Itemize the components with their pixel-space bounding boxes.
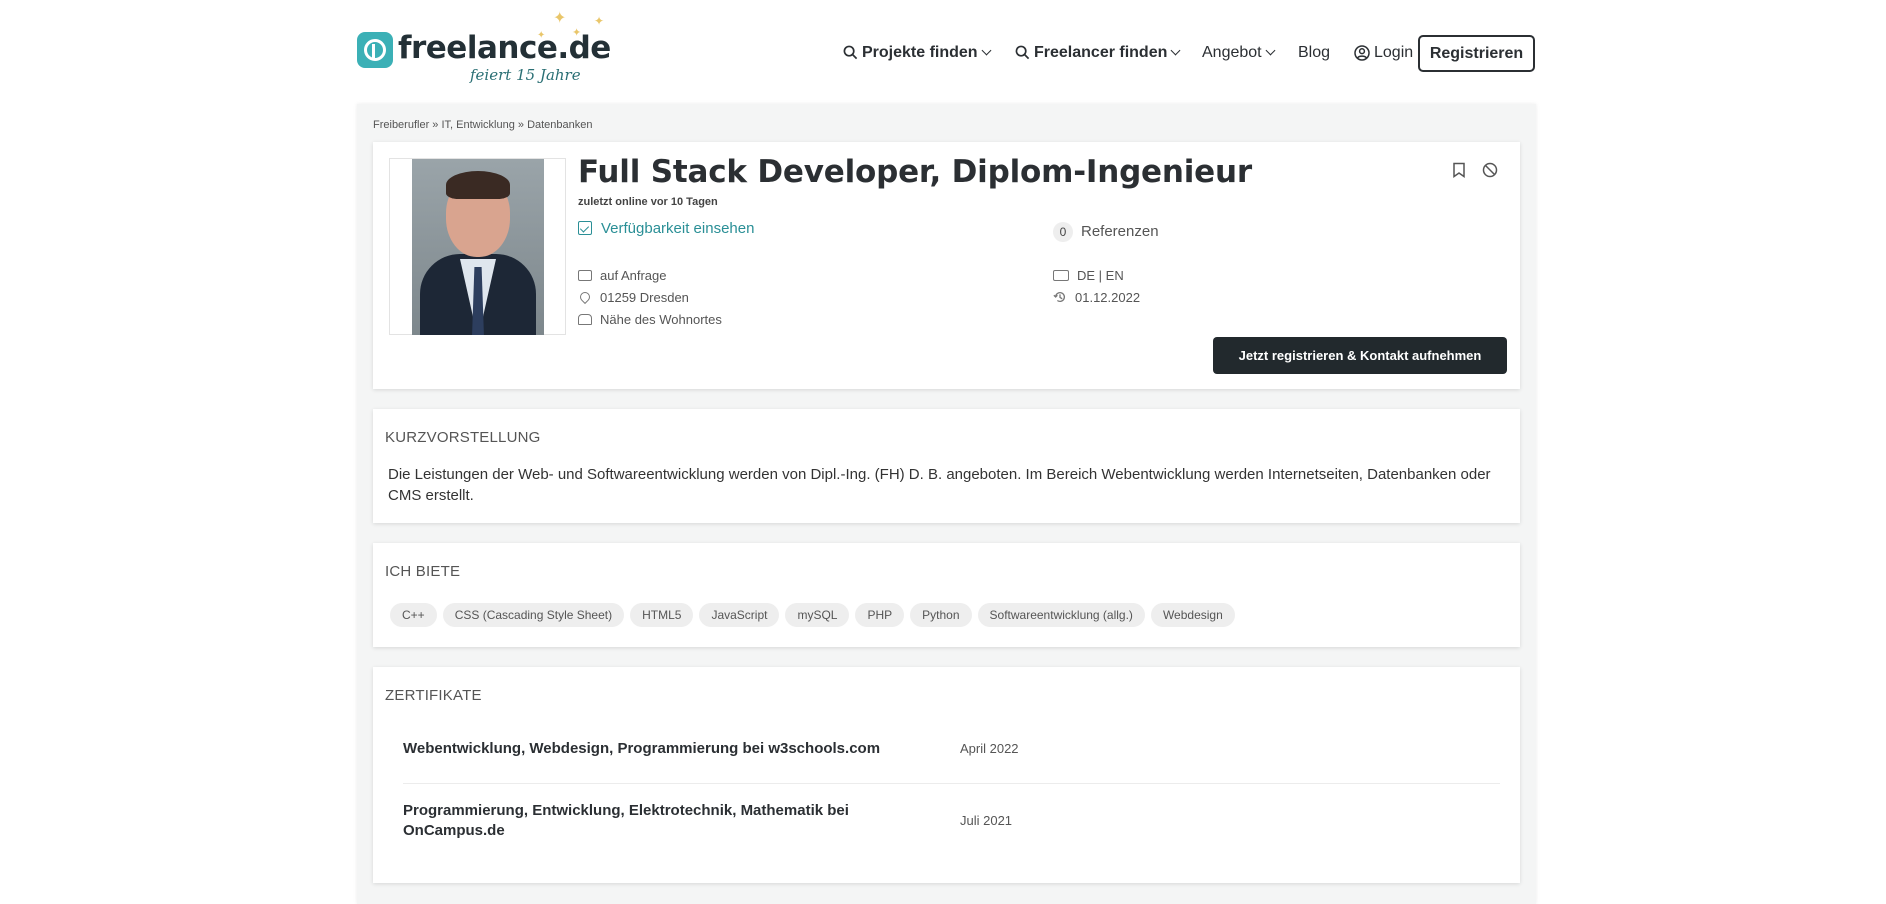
- nav-blog[interactable]: Blog: [1298, 35, 1330, 71]
- availability-link[interactable]: Verfügbarkeit einsehen: [578, 220, 754, 237]
- profile-title: Full Stack Developer, Diplom-Ingenieur: [578, 154, 1252, 190]
- rate-info: auf Anfrage: [578, 268, 667, 283]
- kurzvorstellung-text: Die Leistungen der Web- und Softwareentw…: [388, 466, 1491, 504]
- nav-freelancer-finden[interactable]: Freelancer finden: [1015, 35, 1181, 71]
- profile-card: Full Stack Developer, Diplom-Ingenieur z…: [373, 142, 1520, 389]
- kurzvorstellung-card: Kurzvorstellung Die Leistungen der Web- …: [373, 409, 1520, 523]
- search-icon: [843, 45, 858, 60]
- nav-blog-label: Blog: [1298, 44, 1331, 61]
- skill-tag[interactable]: HTML5: [630, 603, 694, 627]
- skill-tags: C++ CSS (Cascading Style Sheet) HTML5 JavaS…: [390, 603, 1241, 627]
- nav-login[interactable]: Login: [1354, 35, 1413, 71]
- travel-info: Nähe des Wohnortes: [578, 312, 722, 327]
- availability-label: Verfügbarkeit einsehen: [601, 220, 755, 237]
- section-heading: Kurzvorstellung: [385, 429, 541, 446]
- certificate-date: April 2022: [960, 741, 1019, 756]
- nav-offer-label: Angebot: [1202, 44, 1262, 61]
- skill-tag[interactable]: Softwareentwicklung (allg.): [977, 603, 1145, 627]
- search-icon: [1015, 45, 1030, 60]
- block-icon[interactable]: [1482, 162, 1498, 183]
- sparkle-icon: ✦: [594, 14, 605, 28]
- section-heading: Zertifikate: [385, 687, 482, 704]
- ich-biete-card: Ich biete C++ CSS (Cascading Style Sheet)…: [373, 543, 1520, 647]
- travel-value: Nähe des Wohnortes: [600, 312, 722, 327]
- register-contact-button[interactable]: Jetzt registrieren & Kontakt aufnehmen: [1213, 337, 1507, 374]
- location-value: 01259 Dresden: [600, 290, 689, 305]
- section-heading: Ich biete: [385, 563, 461, 580]
- languages-value: DE | EN: [1077, 268, 1124, 283]
- certificate-name: Webentwicklung, Webdesign, Programmierun…: [403, 740, 881, 757]
- sparkle-icon: ✦: [553, 10, 567, 27]
- breadcrumb[interactable]: Freiberufler » IT, Entwicklung » Datenba…: [373, 119, 593, 131]
- profile-actions: [1440, 162, 1498, 183]
- nav-login-label: Login: [1374, 44, 1414, 61]
- nav-angebot[interactable]: Angebot: [1202, 35, 1276, 71]
- chevron-down-icon: [1265, 45, 1276, 56]
- nav-freelancers-label: Freelancer finden: [1034, 44, 1168, 61]
- car-icon: [578, 314, 592, 325]
- references: 0 Referenzen: [1053, 222, 1159, 242]
- bookmark-icon[interactable]: [1452, 162, 1466, 183]
- profile-photo-frame: [389, 158, 566, 335]
- main-nav: Projekte finden Freelancer finden Angebo…: [0, 35, 1886, 71]
- profile-page: Freiberufler » IT, Entwicklung » Datenba…: [357, 104, 1536, 904]
- last-online: zuletzt online vor 10 Tagen: [578, 196, 718, 208]
- chevron-down-icon: [981, 45, 992, 56]
- date-info: 01.12.2022: [1053, 290, 1140, 305]
- register-button[interactable]: Registrieren: [1418, 35, 1535, 72]
- skill-tag[interactable]: C++: [390, 603, 437, 627]
- skill-tag[interactable]: JavaScript: [699, 603, 780, 627]
- profile-photo: [412, 159, 544, 335]
- certificate-date: Juli 2021: [960, 813, 1013, 828]
- skill-tag[interactable]: Python: [910, 603, 972, 627]
- skill-tag[interactable]: CSS (Cascading Style Sheet): [442, 603, 625, 627]
- site-header: freelance.de feiert 15 Jahre ✦ ✦ ✦ ✦ Pro…: [0, 0, 1886, 105]
- nav-projects-finden[interactable]: Projekte finden: [843, 35, 992, 71]
- certificate-name: Programmierung, Entwicklung, Elektrotech…: [403, 802, 849, 839]
- rate-value: auf Anfrage: [600, 268, 667, 283]
- references-label: Referenzen: [1081, 223, 1159, 240]
- skill-tag[interactable]: Webdesign: [1150, 603, 1235, 627]
- chevron-down-icon: [1170, 45, 1181, 56]
- history-icon: [1053, 291, 1066, 302]
- location-pin-icon: [577, 289, 593, 305]
- user-circle-icon: [1354, 45, 1370, 61]
- skill-tag[interactable]: PHP: [855, 603, 905, 627]
- languages-info: DE | EN: [1053, 268, 1124, 283]
- skill-tag[interactable]: mySQL: [785, 603, 850, 627]
- location-info: 01259 Dresden: [577, 289, 689, 305]
- references-count: 0: [1053, 222, 1073, 242]
- date-value: 01.12.2022: [1075, 290, 1141, 305]
- zertifikate-card: Zertifikate Webentwicklung, Webdesign, P…: [373, 667, 1520, 883]
- money-icon: [578, 270, 592, 281]
- language-card-icon: [1053, 270, 1069, 281]
- calendar-check-icon: [578, 221, 592, 235]
- divider: [403, 783, 1500, 784]
- nav-projects-label: Projekte finden: [862, 44, 978, 61]
